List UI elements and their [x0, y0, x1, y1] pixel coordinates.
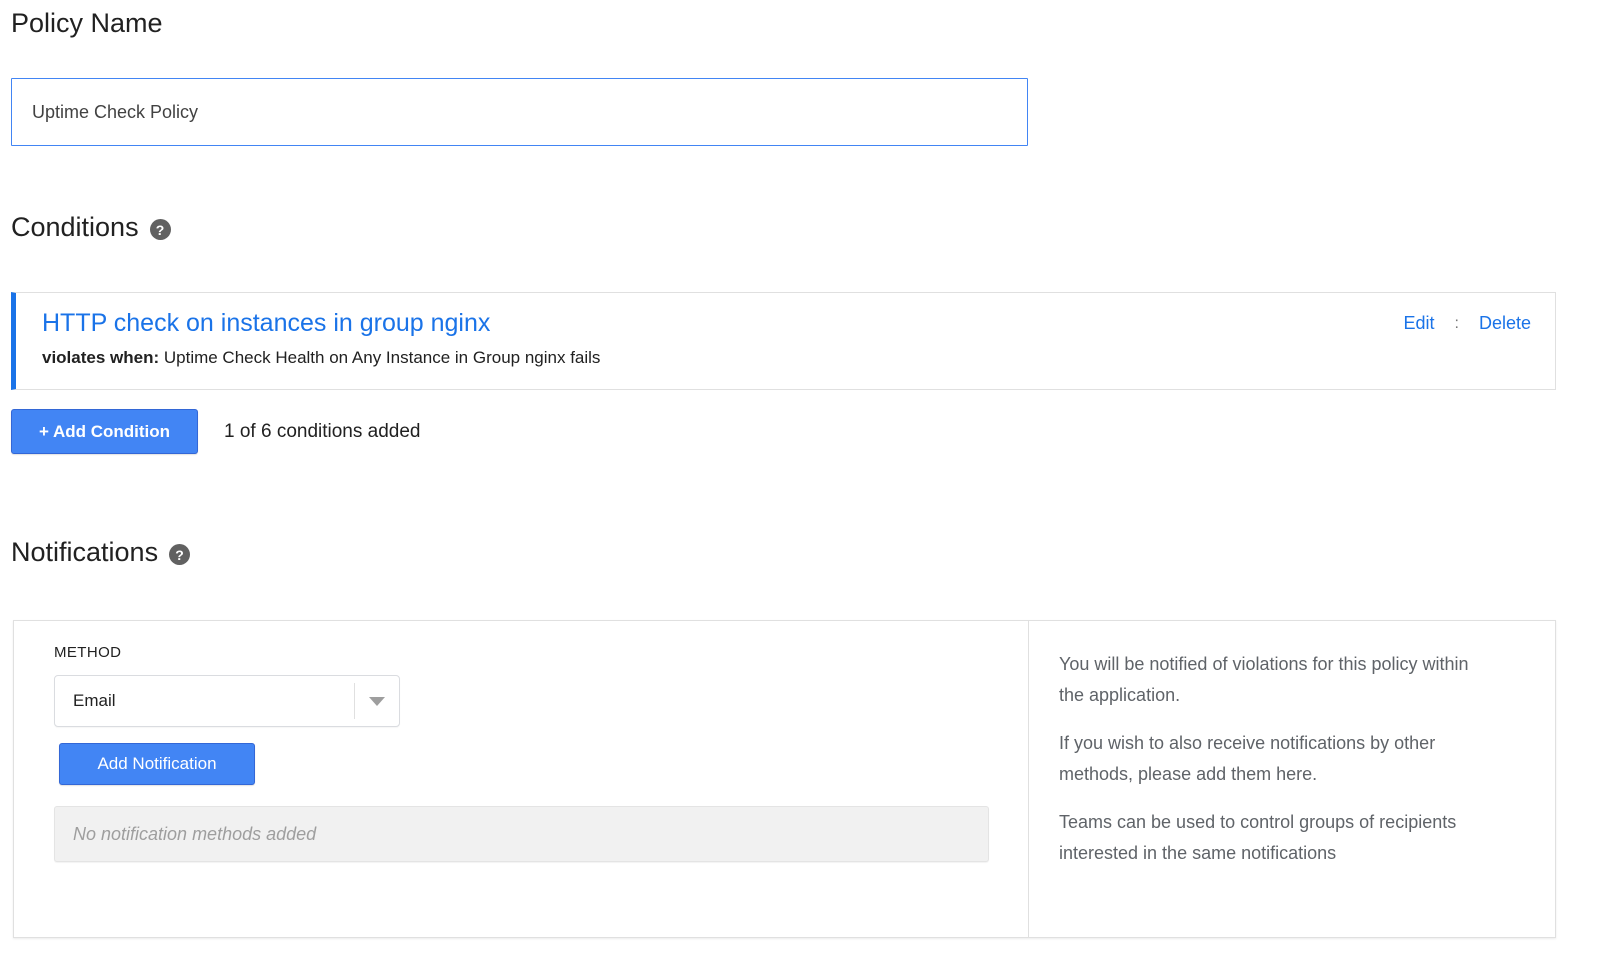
conditions-heading: Conditions ? [11, 212, 1600, 243]
condition-violates-text: Uptime Check Health on Any Instance in G… [159, 348, 600, 367]
chevron-down-icon [369, 697, 385, 706]
notifications-heading-label: Notifications [11, 537, 158, 568]
notifications-help-icon[interactable]: ? [169, 544, 190, 565]
condition-actions: Edit : Delete [1403, 313, 1531, 334]
notifications-heading: Notifications ? [11, 537, 1600, 568]
method-select-divider [354, 683, 355, 719]
policy-name-heading: Policy Name [11, 8, 1600, 39]
empty-notification-methods-text: No notification methods added [73, 824, 316, 845]
notification-method-area: METHOD Email Add Notification No notific… [14, 621, 1028, 937]
method-select[interactable]: Email [54, 675, 400, 727]
notification-help-area: You will be notified of violations for t… [1028, 621, 1555, 937]
condition-actions-separator: : [1455, 315, 1459, 333]
method-label: METHOD [54, 644, 1028, 661]
policy-name-input[interactable] [11, 78, 1028, 146]
condition-card: HTTP check on instances in group nginx v… [11, 292, 1556, 390]
add-condition-button[interactable]: + Add Condition [11, 409, 198, 454]
condition-subtitle: violates when: Uptime Check Health on An… [42, 347, 1531, 369]
condition-edit-link[interactable]: Edit [1403, 313, 1434, 334]
add-notification-button[interactable]: Add Notification [59, 743, 255, 785]
condition-delete-link[interactable]: Delete [1479, 313, 1531, 334]
notification-help-paragraph-1: You will be notified of violations for t… [1059, 649, 1495, 711]
empty-notification-methods-box: No notification methods added [54, 806, 989, 862]
notification-panel: METHOD Email Add Notification No notific… [13, 620, 1556, 938]
condition-count-text: 1 of 6 conditions added [224, 421, 421, 443]
conditions-heading-label: Conditions [11, 212, 139, 243]
notification-help-paragraph-3: Teams can be used to control groups of r… [1059, 807, 1495, 869]
condition-violates-label: violates when: [42, 348, 159, 367]
add-condition-row: + Add Condition 1 of 6 conditions added [11, 409, 1600, 454]
method-select-value: Email [55, 691, 116, 711]
conditions-help-icon[interactable]: ? [150, 219, 171, 240]
condition-title: HTTP check on instances in group nginx [42, 308, 1531, 338]
notification-help-paragraph-2: If you wish to also receive notification… [1059, 728, 1495, 790]
